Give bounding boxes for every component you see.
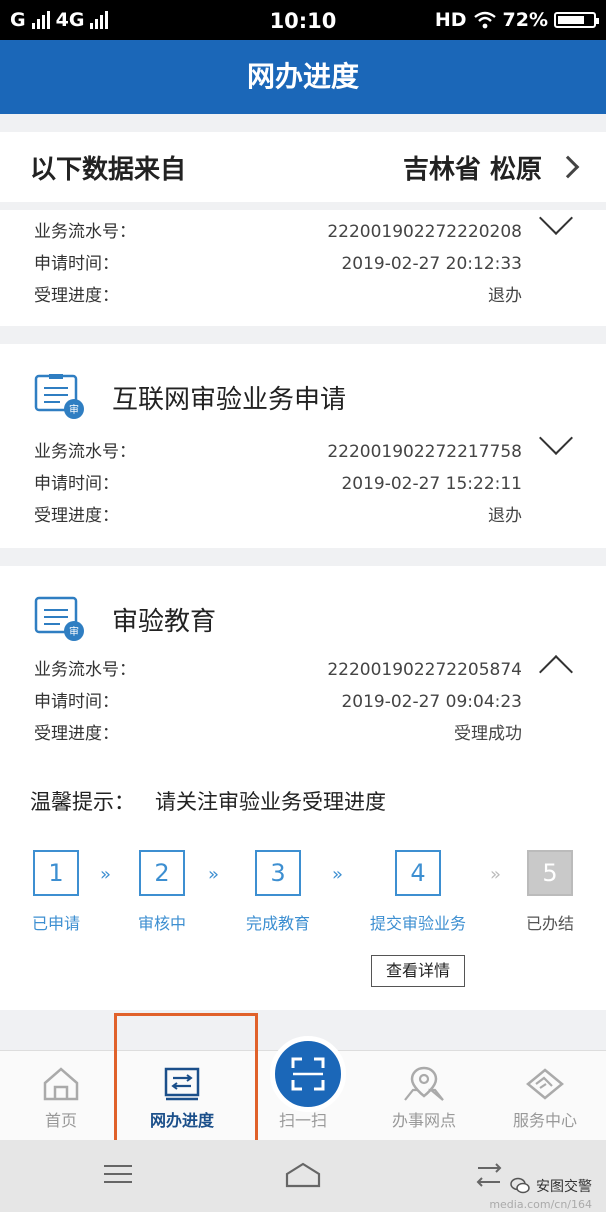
record-title: 互联网审验业务申请 — [112, 384, 347, 415]
wechat-icon — [510, 1177, 530, 1194]
progress-value: 退办 — [488, 286, 522, 306]
serial-row: 业务流水号： 222001902272220208 — [34, 216, 522, 248]
document-review-icon: 审 — [34, 374, 86, 420]
time-value: 2019-02-27 15:22:11 — [341, 474, 522, 494]
serial-row: 业务流水号： 222001902272217758 — [34, 436, 522, 468]
page-title: 网办进度 — [0, 40, 606, 114]
time-row: 申请时间： 2019-02-27 15:22:11 — [34, 468, 522, 500]
tip-text: 请关注审验业务受理进度 — [155, 790, 386, 814]
time-row: 申请时间： 2019-02-27 20:12:33 — [34, 248, 522, 280]
view-details-button[interactable]: 查看详情 — [371, 955, 465, 987]
watermark-name: 安图交警 — [536, 1179, 592, 1195]
step-2: 2 审核中 — [102, 850, 222, 934]
location-icon — [404, 1066, 444, 1101]
step-arrow-icon: » — [332, 864, 343, 885]
progress-row: 受理进度： 受理成功 — [34, 718, 522, 750]
hd-label: HD — [434, 9, 467, 31]
scan-icon — [291, 1057, 325, 1091]
tab-service-points[interactable]: 办事网点 — [369, 1061, 479, 1131]
tip-label: 温馨提示： — [30, 790, 135, 814]
step-3: 3 完成教育 — [218, 850, 338, 934]
region-value: 吉林省 松原 — [402, 154, 542, 185]
serial-row: 业务流水号： 222001902272205874 — [34, 654, 522, 686]
record-card-1: 业务流水号： 222001902272220208 申请时间： 2019-02-27… — [0, 201, 606, 326]
progress-steps: 1 已申请 » 2 审核中 » 3 完成教育 » 4 提交审验业务 » 5 已办… — [0, 850, 606, 950]
chevron-down-icon[interactable] — [539, 421, 573, 455]
battery-icon — [554, 12, 599, 28]
svg-text:审: 审 — [69, 625, 79, 638]
time-row: 申请时间： 2019-02-27 09:04:23 — [34, 686, 522, 718]
progress-value: 退办 — [488, 506, 522, 526]
tab-home[interactable]: 首页 — [6, 1061, 116, 1131]
home-icon — [43, 1067, 79, 1101]
tab-service-center[interactable]: 服务中心 — [490, 1061, 600, 1131]
back-nav-icon[interactable] — [472, 1162, 506, 1188]
step-arrow-icon: » — [208, 864, 219, 885]
region-label: 以下数据来自 — [30, 154, 187, 185]
watermark: 安图交警 media.com/cn/164 — [489, 1176, 592, 1211]
time-value: 2019-02-27 20:12:33 — [341, 254, 522, 274]
progress-row: 受理进度： 退办 — [34, 500, 522, 532]
menu-icon[interactable] — [102, 1162, 134, 1186]
chevron-right-icon — [556, 155, 580, 179]
record-card-2: 审 互联网审验业务申请 业务流水号： 222001902272217758 申请时… — [0, 344, 606, 548]
home-nav-icon[interactable] — [283, 1160, 323, 1190]
document-review-icon: 审 — [34, 596, 86, 642]
watermark-url: media.com/cn/164 — [489, 1198, 592, 1211]
region-selector[interactable]: 以下数据来自 吉林省 松原 — [0, 132, 606, 202]
time-value: 2019-02-27 09:04:23 — [341, 692, 522, 712]
status-bar: G 4G 10:10 HD 72% — [0, 0, 606, 40]
chevron-down-icon[interactable] — [539, 201, 573, 235]
serial-value: 222001902272217758 — [327, 442, 522, 462]
warm-tip: 温馨提示： 请关注审验业务受理进度 — [30, 786, 386, 816]
step-5: 5 已办结 — [490, 850, 606, 934]
serial-value: 222001902272205874 — [327, 660, 522, 680]
handshake-icon — [526, 1068, 564, 1100]
step-4: 4 提交审验业务 — [358, 850, 478, 934]
svg-text:审: 审 — [69, 403, 79, 416]
record-title: 审验教育 — [112, 606, 217, 637]
step-1: 1 已申请 — [0, 850, 116, 934]
serial-value: 222001902272220208 — [327, 222, 522, 242]
progress-value: 受理成功 — [454, 724, 522, 744]
chevron-up-icon[interactable] — [539, 655, 573, 689]
progress-row: 受理进度： 退办 — [34, 280, 522, 312]
battery-percent: 72% — [502, 9, 548, 31]
wifi-icon — [473, 11, 496, 29]
scan-button[interactable] — [270, 1036, 346, 1112]
